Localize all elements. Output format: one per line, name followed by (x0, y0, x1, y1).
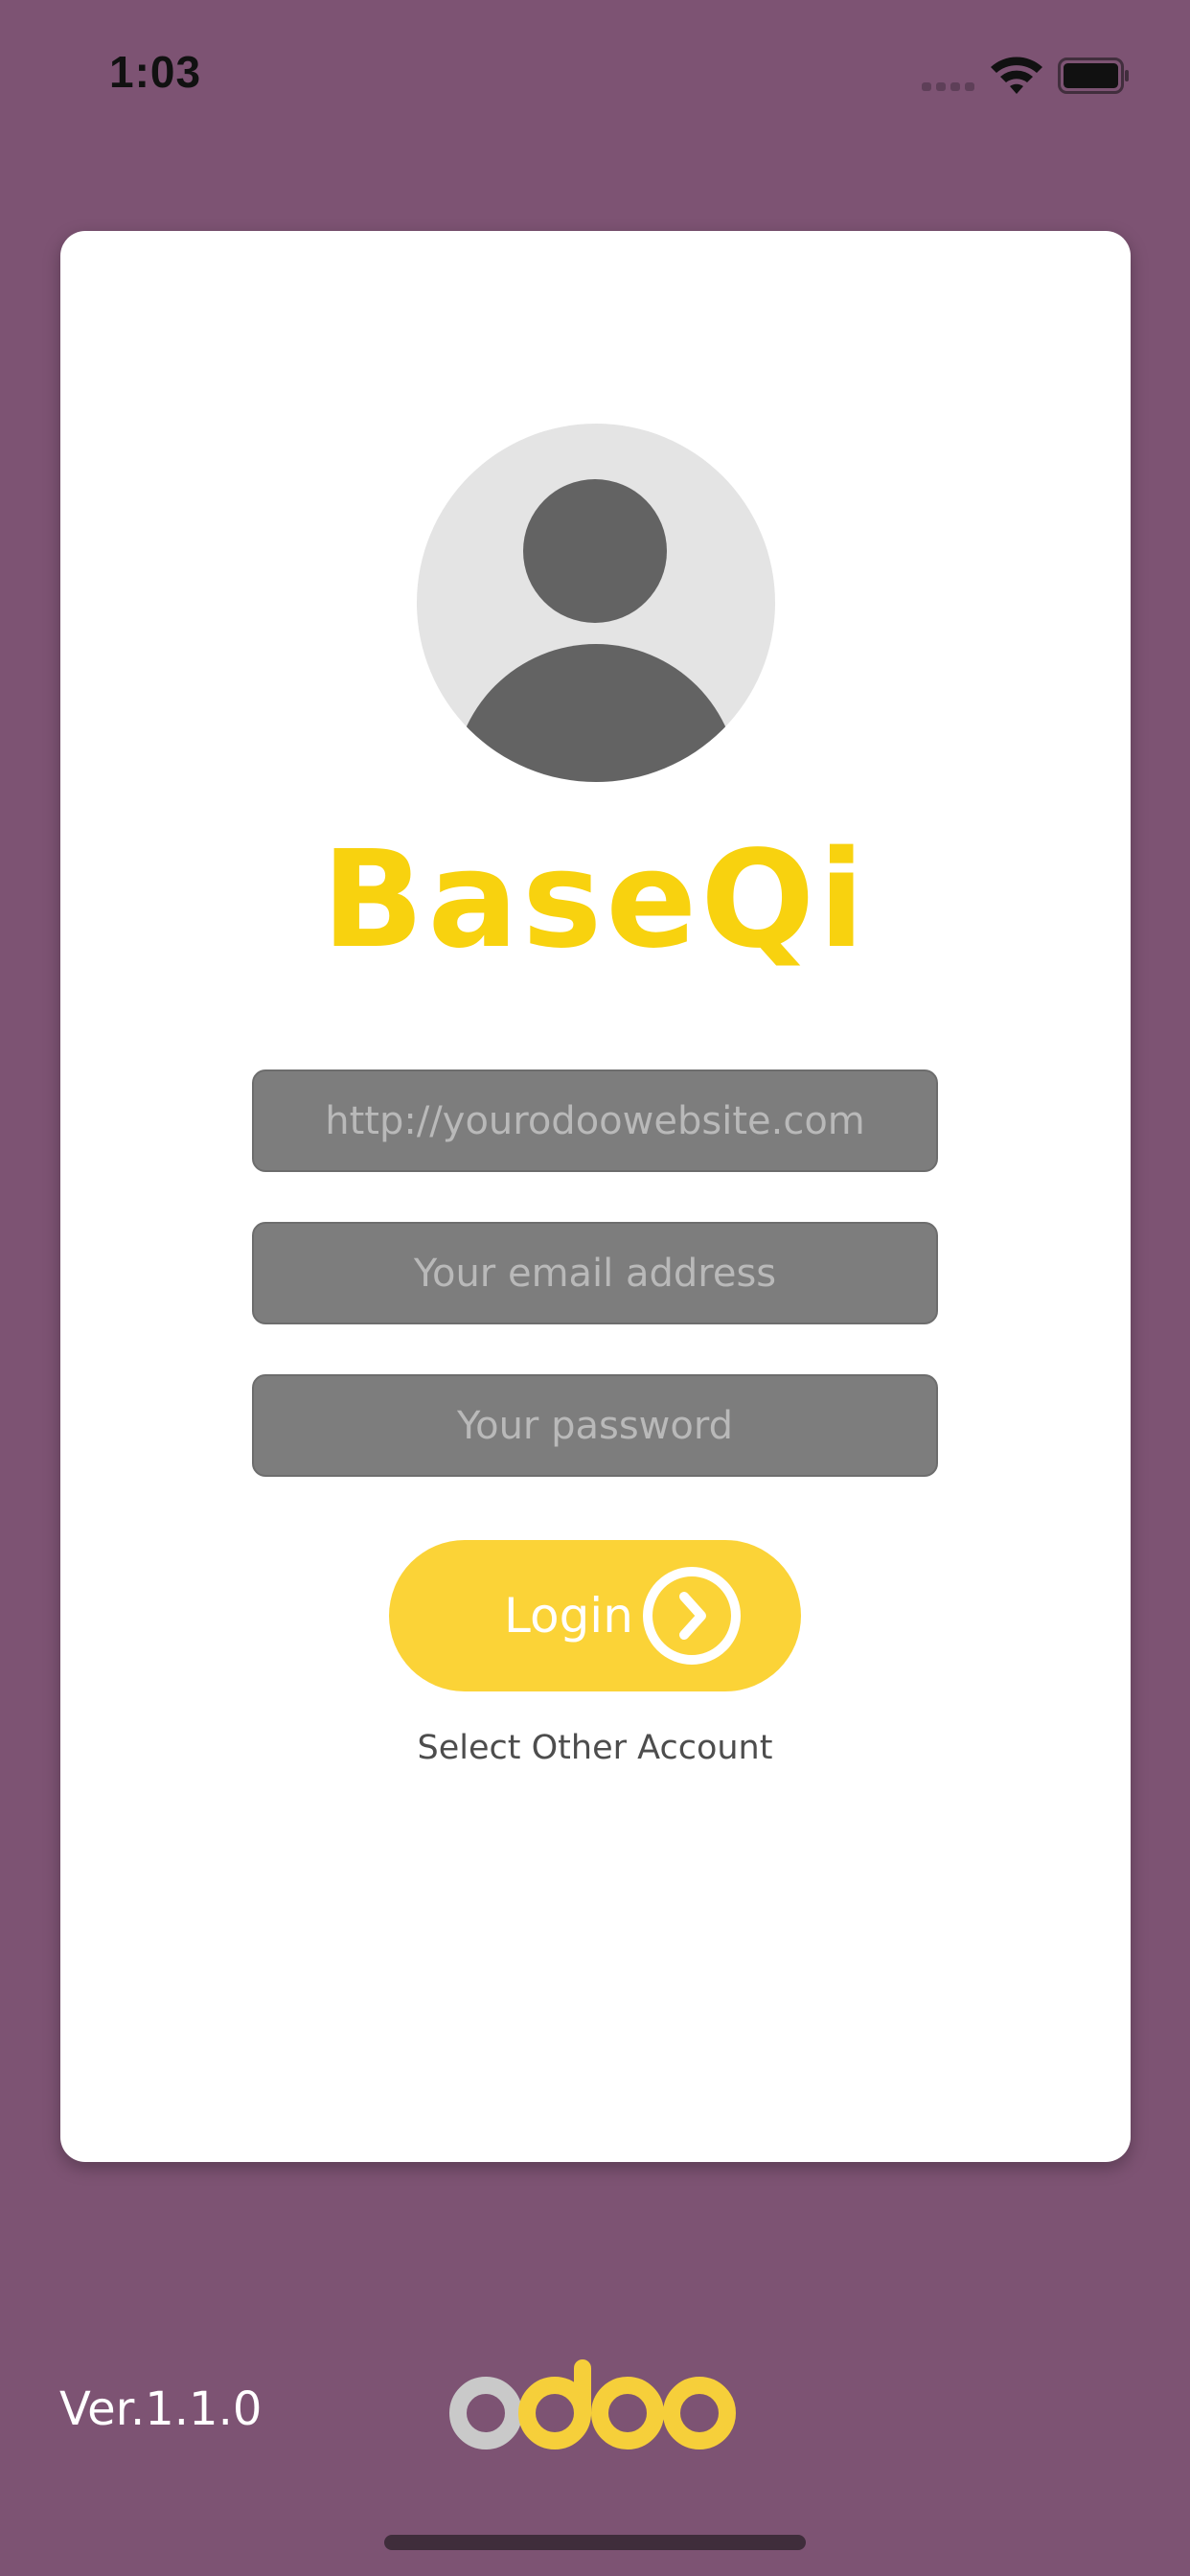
user-avatar-icon (417, 424, 775, 782)
version-label: Ver.1.1.0 (59, 2382, 263, 2436)
avatar-body (453, 644, 739, 782)
select-other-account-link[interactable]: Select Other Account (0, 1729, 1190, 1767)
wifi-icon (991, 57, 1042, 94)
login-button-label: Login (504, 1588, 633, 1644)
battery-icon (1058, 58, 1129, 94)
server-url-input[interactable] (252, 1070, 938, 1172)
odoo-logo-icon (449, 2359, 736, 2450)
status-bar: 1:03 (0, 0, 1190, 144)
home-indicator[interactable] (384, 2535, 806, 2550)
password-input[interactable] (252, 1374, 938, 1477)
status-time: 1:03 (109, 47, 202, 97)
avatar-head (523, 479, 667, 623)
email-input[interactable] (252, 1222, 938, 1324)
brand-title: BaseQi (321, 822, 869, 978)
cellular-signal-icon (922, 82, 975, 92)
login-button[interactable]: Login (389, 1540, 801, 1691)
chevron-right-circle-icon (643, 1567, 741, 1665)
